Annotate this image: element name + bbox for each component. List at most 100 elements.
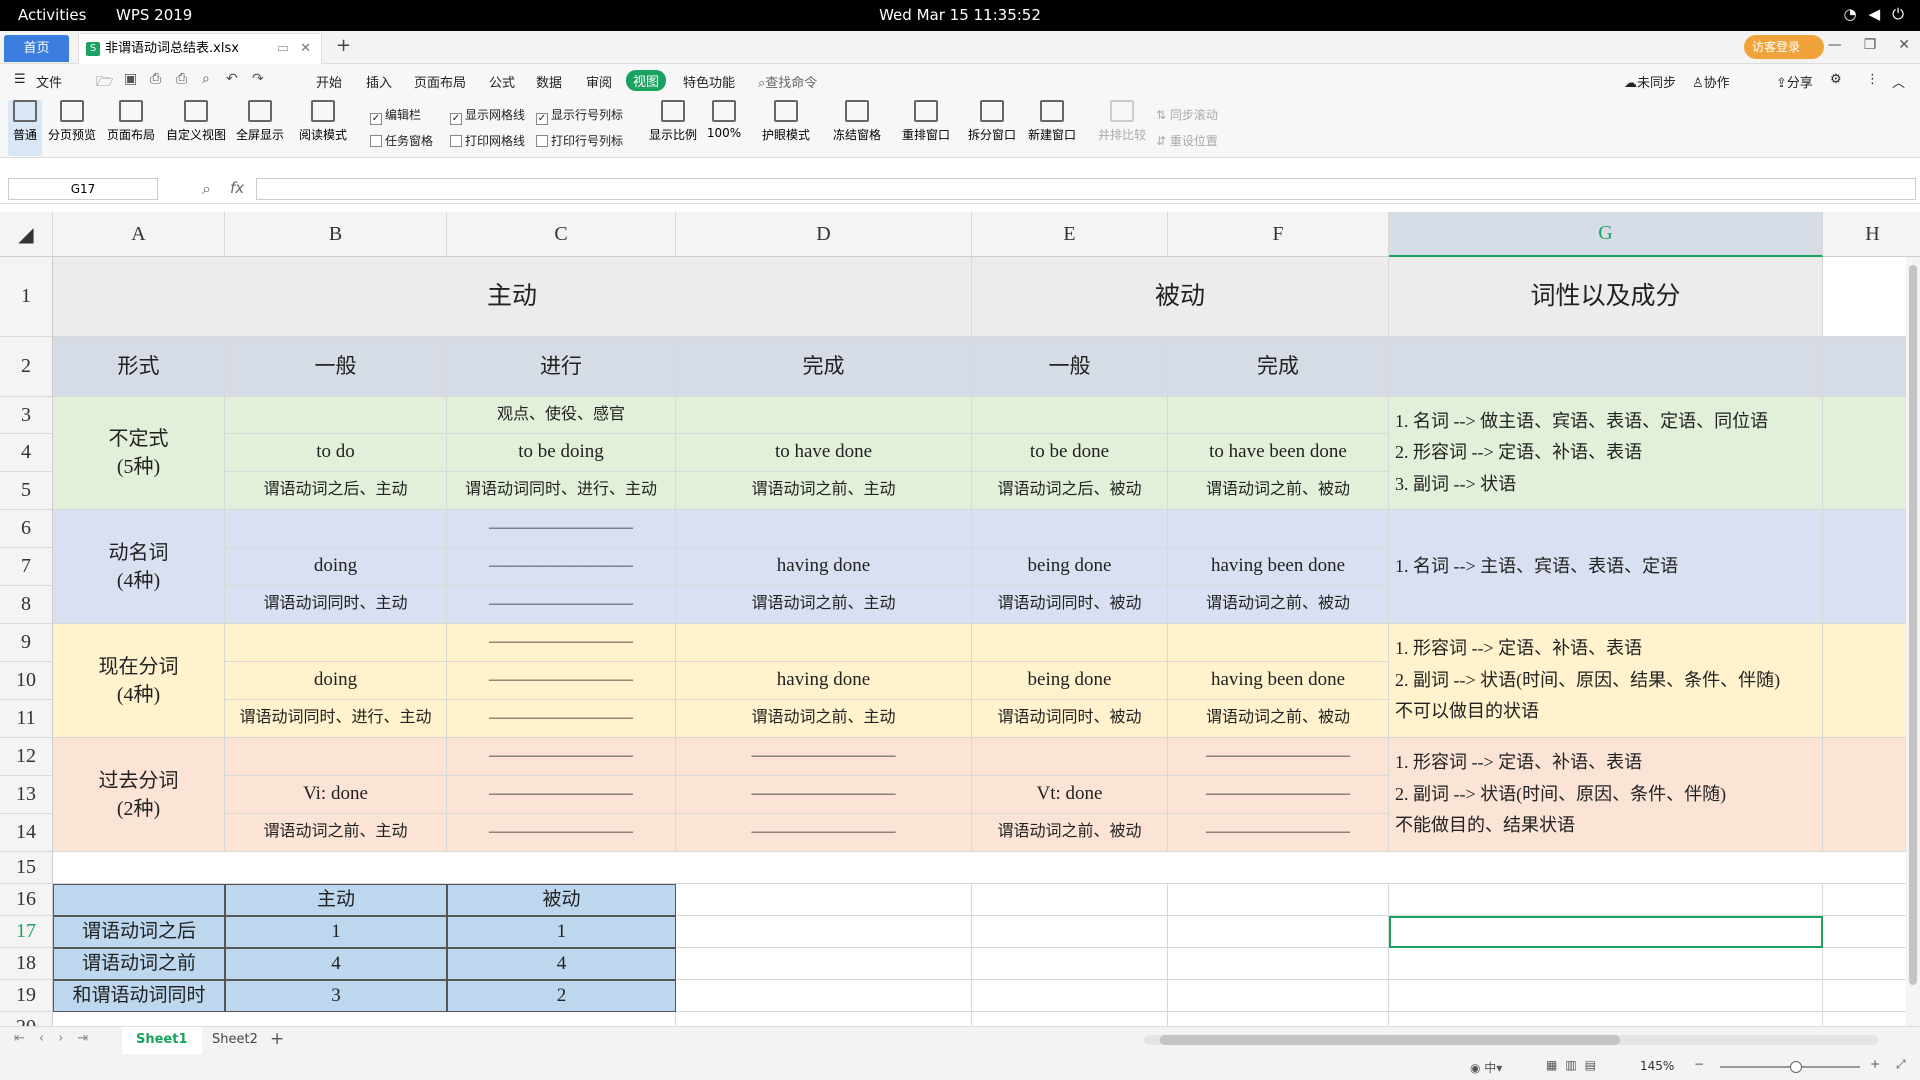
menu-insert[interactable]: 插入 <box>366 72 392 91</box>
cell[interactable]: being done <box>972 662 1168 700</box>
header-simple[interactable]: 一般 <box>225 337 447 397</box>
freeze-panes-button[interactable]: 冻结窗格 <box>828 100 886 143</box>
header-progressive[interactable]: 进行 <box>447 337 676 397</box>
zoom-formula-icon[interactable]: ⌕ <box>202 179 211 199</box>
column-header[interactable]: E <box>972 212 1168 257</box>
row-header[interactable]: 9 <box>0 624 53 662</box>
cell[interactable]: ————————— <box>676 738 972 776</box>
sheet-tab-2[interactable]: Sheet2 <box>200 1032 270 1047</box>
summary-value[interactable]: 4 <box>225 948 447 980</box>
header-passive-simple[interactable]: 一般 <box>972 337 1168 397</box>
zoom-slider-knob[interactable] <box>1790 1061 1802 1073</box>
dock-icon[interactable]: ▭ <box>277 34 289 64</box>
settings-icon[interactable]: ⚙ <box>1830 72 1842 87</box>
tab-file[interactable]: S 非谓语动词总结表.xlsx ▭ ✕ <box>78 33 322 64</box>
row-header[interactable]: 4 <box>0 434 53 472</box>
row-header[interactable]: 18 <box>0 948 53 980</box>
cell[interactable]: to be doing <box>447 434 676 472</box>
cell[interactable]: Vi: done <box>225 776 447 814</box>
cell[interactable] <box>225 397 447 434</box>
save-icon[interactable]: ▣ <box>124 71 137 87</box>
cell[interactable]: ————————— <box>447 738 676 776</box>
zoom-in-icon[interactable]: + <box>1870 1057 1880 1071</box>
active-cell-g17[interactable] <box>1389 916 1823 948</box>
label-past-participle[interactable]: 过去分词 (2种) <box>53 738 225 852</box>
pos-infinitive[interactable]: 1. 名词 --> 做主语、宾语、表语、定语、同位语 2. 形容词 --> 定语… <box>1389 397 1823 510</box>
sheet-tab-1[interactable]: Sheet1 <box>122 1027 202 1054</box>
view-mode-icons[interactable]: ▦▥▤ <box>1546 1058 1604 1072</box>
cell[interactable] <box>225 738 447 776</box>
cell[interactable]: 谓语动词之后、被动 <box>972 472 1168 510</box>
normal-view-button[interactable]: 普通 <box>8 100 42 156</box>
vertical-scrollbar[interactable] <box>1906 257 1920 1032</box>
column-header[interactable]: F <box>1168 212 1389 257</box>
cell[interactable] <box>676 397 972 434</box>
label-infinitive[interactable]: 不定式 (5种) <box>53 397 225 510</box>
row-header[interactable]: 2 <box>0 337 53 397</box>
taskpane-checkbox[interactable]: 任务窗格 <box>370 132 433 149</box>
share-button[interactable]: ⇪分享 <box>1776 72 1813 91</box>
cell[interactable]: ————————— <box>676 814 972 852</box>
summary-value[interactable]: 2 <box>447 980 676 1012</box>
app-name[interactable]: WPS 2019 <box>116 6 192 24</box>
cell[interactable]: being done <box>972 548 1168 586</box>
row-header[interactable]: 1 <box>0 257 53 337</box>
summary-label[interactable]: 和谓语动词同时 <box>53 980 225 1012</box>
new-window-button[interactable]: 新建窗口 <box>1026 100 1078 143</box>
row-header[interactable]: 3 <box>0 397 53 434</box>
summary-corner[interactable] <box>53 884 225 916</box>
summary-value[interactable]: 4 <box>447 948 676 980</box>
cell[interactable]: having been done <box>1168 548 1389 586</box>
guest-login-button[interactable]: 访客登录 <box>1744 35 1824 59</box>
new-tab-button[interactable]: + <box>336 35 351 56</box>
cell[interactable]: ————————— <box>447 624 676 662</box>
pagelayout-button[interactable]: 页面布局 <box>104 100 158 143</box>
menu-data[interactable]: 数据 <box>536 72 562 91</box>
column-header[interactable]: D <box>676 212 972 257</box>
label-gerund[interactable]: 动名词 (4种) <box>53 510 225 624</box>
horizontal-scroll-thumb[interactable] <box>1160 1035 1620 1045</box>
column-header[interactable]: B <box>225 212 447 257</box>
cell[interactable]: 谓语动词同时、主动 <box>225 586 447 624</box>
horizontal-scrollbar[interactable] <box>1144 1035 1878 1045</box>
row-header[interactable]: 19 <box>0 980 53 1012</box>
cell[interactable]: ————————— <box>447 814 676 852</box>
cell[interactable]: doing <box>225 662 447 700</box>
row-header[interactable]: 8 <box>0 586 53 624</box>
cell[interactable]: to have been done <box>1168 434 1389 472</box>
row-header[interactable]: 14 <box>0 814 53 852</box>
cell[interactable]: having done <box>676 662 972 700</box>
collapse-ribbon-icon[interactable]: ︿ <box>1892 72 1905 91</box>
cell[interactable]: 谓语动词同时、被动 <box>972 700 1168 738</box>
cell[interactable]: having done <box>676 548 972 586</box>
header-active[interactable]: 主动 <box>53 257 972 337</box>
cell[interactable] <box>1168 624 1389 662</box>
cell[interactable]: ————————— <box>447 586 676 624</box>
cell[interactable] <box>676 624 972 662</box>
cell[interactable] <box>1168 397 1389 434</box>
pos-gerund[interactable]: 1. 名词 --> 主语、宾语、表语、定语 <box>1389 510 1823 624</box>
cell[interactable] <box>676 510 972 548</box>
close-tab-icon[interactable]: ✕ <box>300 34 311 64</box>
reading-mode-button[interactable]: 阅读模式 <box>292 100 354 143</box>
row-header[interactable]: 12 <box>0 738 53 776</box>
zoom-slider[interactable] <box>1720 1061 1860 1073</box>
menu-pagelayout[interactable]: 页面布局 <box>414 72 466 91</box>
eyecare-status-icon[interactable]: ◉ 中▾ <box>1470 1059 1502 1076</box>
row-header[interactable]: 17 <box>0 916 53 948</box>
cell[interactable]: ————————— <box>676 776 972 814</box>
redo-icon[interactable]: ↷ <box>252 71 264 87</box>
fx-icon[interactable]: fx <box>230 179 244 197</box>
minimize-icon[interactable]: — <box>1828 37 1842 53</box>
print-icon[interactable]: ⎙ <box>176 71 187 87</box>
cell[interactable] <box>1168 884 1389 1032</box>
summary-header-active[interactable]: 主动 <box>225 884 447 916</box>
summary-label[interactable]: 谓语动词之前 <box>53 948 225 980</box>
editbar-checkbox[interactable]: ✓ 编辑栏 <box>370 106 421 125</box>
cell[interactable] <box>53 852 1920 884</box>
side-by-side-button[interactable]: 并排比较 <box>1096 100 1148 143</box>
header-passive-perfect[interactable]: 完成 <box>1168 337 1389 397</box>
cell[interactable]: to be done <box>972 434 1168 472</box>
cell[interactable]: 谓语动词之前、主动 <box>676 472 972 510</box>
cell[interactable]: ————————— <box>1168 814 1389 852</box>
